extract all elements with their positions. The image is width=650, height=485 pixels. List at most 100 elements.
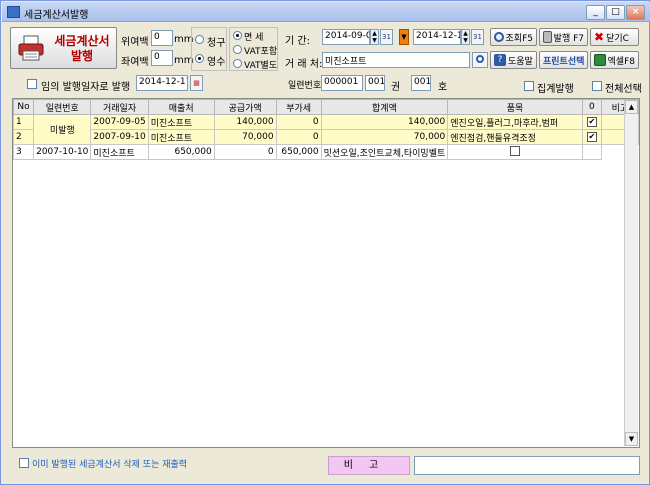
calendar-icon[interactable]: 31	[380, 29, 393, 45]
search-button[interactable]: 조회F5	[490, 28, 537, 46]
empty-cell	[34, 310, 91, 325]
empty-cell	[34, 385, 91, 400]
tax-free-radio[interactable]	[233, 31, 242, 40]
table-row[interactable]: 3 2007-10-10 미진소프트 650,000 0 650,000 밋션오일,조인트교…	[12, 144, 639, 160]
empty-cell	[321, 415, 448, 430]
row-total: 140,000	[320, 114, 449, 130]
invoice-table: No 일련번호 거래일자 매출처 공급가액 부가세 합계액 품목 0 비고 1미…	[12, 99, 640, 430]
period-from-spinner[interactable]: ▲ ▼	[370, 29, 379, 45]
row-vat: 0	[213, 144, 277, 160]
empty-cell	[34, 370, 91, 385]
claim-label: 청구	[207, 38, 226, 49]
row-no: 3	[12, 144, 35, 160]
calendar-icon[interactable]: ▦	[190, 75, 203, 91]
aggregate-checkbox[interactable]	[524, 81, 534, 91]
col-check[interactable]: 0	[581, 99, 602, 115]
row-check[interactable]	[447, 144, 583, 160]
help-button[interactable]: ? 도움말	[490, 51, 537, 69]
empty-cell	[582, 355, 601, 370]
serial-number-input[interactable]: 000001	[321, 75, 363, 91]
col-total[interactable]: 합계액	[320, 99, 449, 115]
row-date: 2007-09-05	[90, 114, 149, 130]
maximize-button[interactable]: □	[606, 5, 625, 20]
empty-cell	[91, 370, 148, 385]
left-margin-label: 좌여백	[121, 57, 149, 68]
empty-cell	[14, 310, 34, 325]
col-vat[interactable]: 부가세	[275, 99, 322, 115]
col-supply[interactable]: 공급가액	[213, 99, 277, 115]
col-customer[interactable]: 매출처	[147, 99, 215, 115]
row-checkbox[interactable]: ✔	[586, 117, 597, 127]
customer-search-icon[interactable]	[472, 52, 488, 68]
empty-cell	[321, 190, 448, 205]
vat-separate-radio[interactable]	[233, 59, 242, 68]
row-checkbox[interactable]: ✔	[586, 132, 597, 142]
table-row[interactable]: 2 2007-09-10 미진소프트 70,000 0 70,000 엔진점검,핸들유격조정…	[12, 129, 640, 145]
serial-volume-input[interactable]: 001	[365, 75, 385, 91]
row-check[interactable]: ✔	[581, 129, 602, 145]
select-all-checkbox[interactable]	[592, 81, 602, 91]
empty-cell	[214, 160, 276, 175]
empty-cell	[276, 415, 321, 430]
empty-row	[14, 325, 639, 340]
empty-cell	[582, 250, 601, 265]
notes-label: 비고	[328, 456, 410, 475]
period-from-input[interactable]: 2014-09-01	[322, 29, 370, 45]
row-check[interactable]: ✔	[581, 114, 602, 130]
arbitrary-date-input[interactable]: 2014-12-17	[136, 75, 188, 91]
minimize-button[interactable]: _	[586, 5, 605, 20]
col-items[interactable]: 품목	[447, 99, 583, 115]
vertical-scrollbar[interactable]: ▲ ▼	[624, 100, 638, 446]
reprint-checkbox[interactable]	[19, 458, 29, 468]
close-x-icon: ✖	[594, 30, 605, 44]
empty-cell	[148, 235, 214, 250]
empty-cell	[148, 310, 214, 325]
vat-included-radio[interactable]	[233, 45, 242, 54]
empty-cell	[448, 250, 583, 265]
print-select-button[interactable]: 프린트선택	[539, 51, 588, 69]
col-serial[interactable]: 일련번호	[33, 99, 92, 115]
top-margin-input[interactable]: 0	[151, 30, 173, 46]
empty-cell	[34, 325, 91, 340]
empty-cell	[214, 415, 276, 430]
empty-cell	[14, 280, 34, 295]
scroll-down-arrow[interactable]: ▼	[625, 432, 638, 446]
empty-cell	[14, 370, 34, 385]
empty-cell	[148, 175, 214, 190]
left-margin-input[interactable]: 0	[151, 50, 173, 66]
scroll-up-arrow[interactable]: ▲	[625, 100, 638, 114]
notes-input[interactable]	[414, 456, 640, 475]
close-button[interactable]: ✖ 닫기C	[590, 28, 639, 46]
period-to-spinner[interactable]: ▲ ▼	[461, 29, 470, 45]
empty-cell	[14, 265, 34, 280]
empty-row	[14, 205, 639, 220]
arbitrary-date-checkbox[interactable]	[27, 79, 37, 89]
empty-cell	[448, 340, 583, 355]
serial-num-input[interactable]: 001	[411, 75, 431, 91]
col-date[interactable]: 거래일자	[90, 99, 149, 115]
empty-cell	[321, 325, 448, 340]
calendar-icon[interactable]: 31	[471, 29, 484, 45]
claim-type-group: 청구 영수	[191, 27, 227, 71]
row-checkbox[interactable]	[510, 145, 521, 156]
excel-button[interactable]: 엑셀F8	[590, 51, 639, 69]
table-header-row: No 일련번호 거래일자 매출처 공급가액 부가세 합계액 품목 0 비고	[12, 99, 640, 115]
row-serial: 미발행	[33, 114, 92, 145]
empty-cell	[34, 205, 91, 220]
customer-input[interactable]: 미진소프트	[322, 52, 470, 68]
receipt-radio[interactable]	[195, 54, 204, 63]
window-close-button[interactable]: ×	[626, 5, 645, 20]
col-no[interactable]: No	[12, 99, 35, 115]
period-to-input[interactable]: 2014-12-17	[413, 29, 461, 45]
empty-cell	[14, 400, 34, 415]
empty-cell	[582, 265, 601, 280]
issue-invoice-big-button[interactable]: 세금계산서 발행	[10, 27, 117, 69]
empty-cell	[34, 235, 91, 250]
aggregate-label: 집계발행	[537, 84, 574, 95]
title-bar: 세금계산서발행 _ □ ×	[2, 2, 650, 22]
empty-cell	[276, 295, 321, 310]
claim-radio[interactable]	[195, 35, 204, 44]
empty-cell	[276, 265, 321, 280]
issue-button[interactable]: 발행 F7	[539, 28, 588, 46]
table-row[interactable]: 1 미발행 2007-09-05 미진소프트 140,000 0 140,000 엔진오일,플…	[12, 114, 640, 145]
